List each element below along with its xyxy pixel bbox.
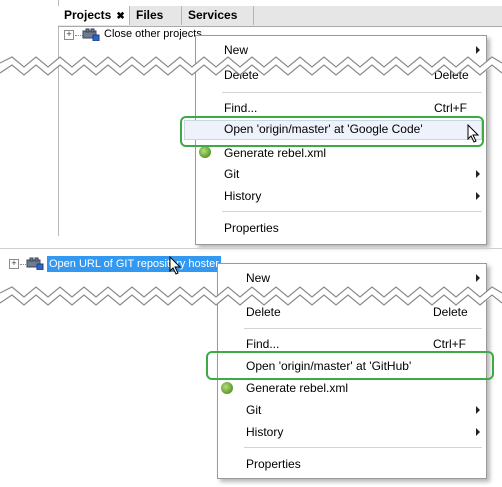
torn-edge xyxy=(0,56,502,76)
tab-services[interactable]: Services xyxy=(182,6,254,25)
menu-item-git[interactable]: Git xyxy=(218,400,486,420)
menu-separator xyxy=(222,211,482,212)
tab-files-label: Files xyxy=(136,8,164,22)
torn-edge xyxy=(0,286,502,306)
highlight-ring xyxy=(206,351,494,380)
project-icon xyxy=(82,28,100,41)
menu-item-properties[interactable]: Properties xyxy=(218,454,486,474)
cursor-icon xyxy=(467,124,480,143)
menu-item-generate-label: Generate rebel.xml xyxy=(246,381,349,395)
cursor-icon xyxy=(169,256,182,275)
expand-icon[interactable]: + xyxy=(64,30,74,40)
menu-item-find-label: Find... xyxy=(224,101,258,115)
highlight-ring xyxy=(180,116,484,147)
submenu-arrow-icon xyxy=(476,274,480,282)
submenu-arrow-icon xyxy=(476,46,480,54)
tree-item-selected[interactable]: Open URL of GIT repository hoster xyxy=(47,256,221,272)
tab-projects[interactable]: Projects ✖ xyxy=(58,6,130,25)
submenu-arrow-icon xyxy=(476,428,480,436)
menu-item-history[interactable]: History xyxy=(218,422,486,442)
refresh-icon xyxy=(199,146,211,158)
menu-item-generate[interactable]: Generate rebel.xml xyxy=(218,378,486,398)
tab-services-label: Services xyxy=(188,8,238,22)
panel-divider xyxy=(0,248,502,249)
submenu-arrow-icon xyxy=(476,170,480,178)
menu-item-git-label: Git xyxy=(224,167,240,181)
menu-item-history-label: History xyxy=(224,189,262,203)
menu-item-history-label: History xyxy=(246,425,284,439)
menu-item-find-shortcut: Ctrl+F xyxy=(434,101,467,115)
menu-separator xyxy=(244,447,482,448)
menu-separator xyxy=(222,92,482,93)
tab-bar: Projects ✖ Files Services xyxy=(58,6,502,27)
tree-item-label[interactable]: Close other projects xyxy=(104,28,202,40)
submenu-arrow-icon xyxy=(476,406,480,414)
menu-separator xyxy=(244,328,482,329)
close-icon[interactable]: ✖ xyxy=(116,11,124,22)
menu-item-properties-label: Properties xyxy=(224,221,279,235)
menu-item-git-label: Git xyxy=(246,403,262,417)
tab-files[interactable]: Files xyxy=(130,6,182,25)
expand-icon[interactable]: + xyxy=(9,259,19,269)
submenu-arrow-icon xyxy=(476,192,480,200)
menu-item-find[interactable]: Find... Ctrl+F xyxy=(196,98,486,118)
menu-item-git[interactable]: Git xyxy=(196,164,486,184)
refresh-icon xyxy=(221,382,233,394)
menu-item-properties[interactable]: Properties xyxy=(196,218,486,238)
tab-projects-label: Projects xyxy=(64,8,112,22)
menu-item-properties-label: Properties xyxy=(246,457,301,471)
menu-item-history[interactable]: History xyxy=(196,186,486,206)
project-icon xyxy=(26,257,44,270)
